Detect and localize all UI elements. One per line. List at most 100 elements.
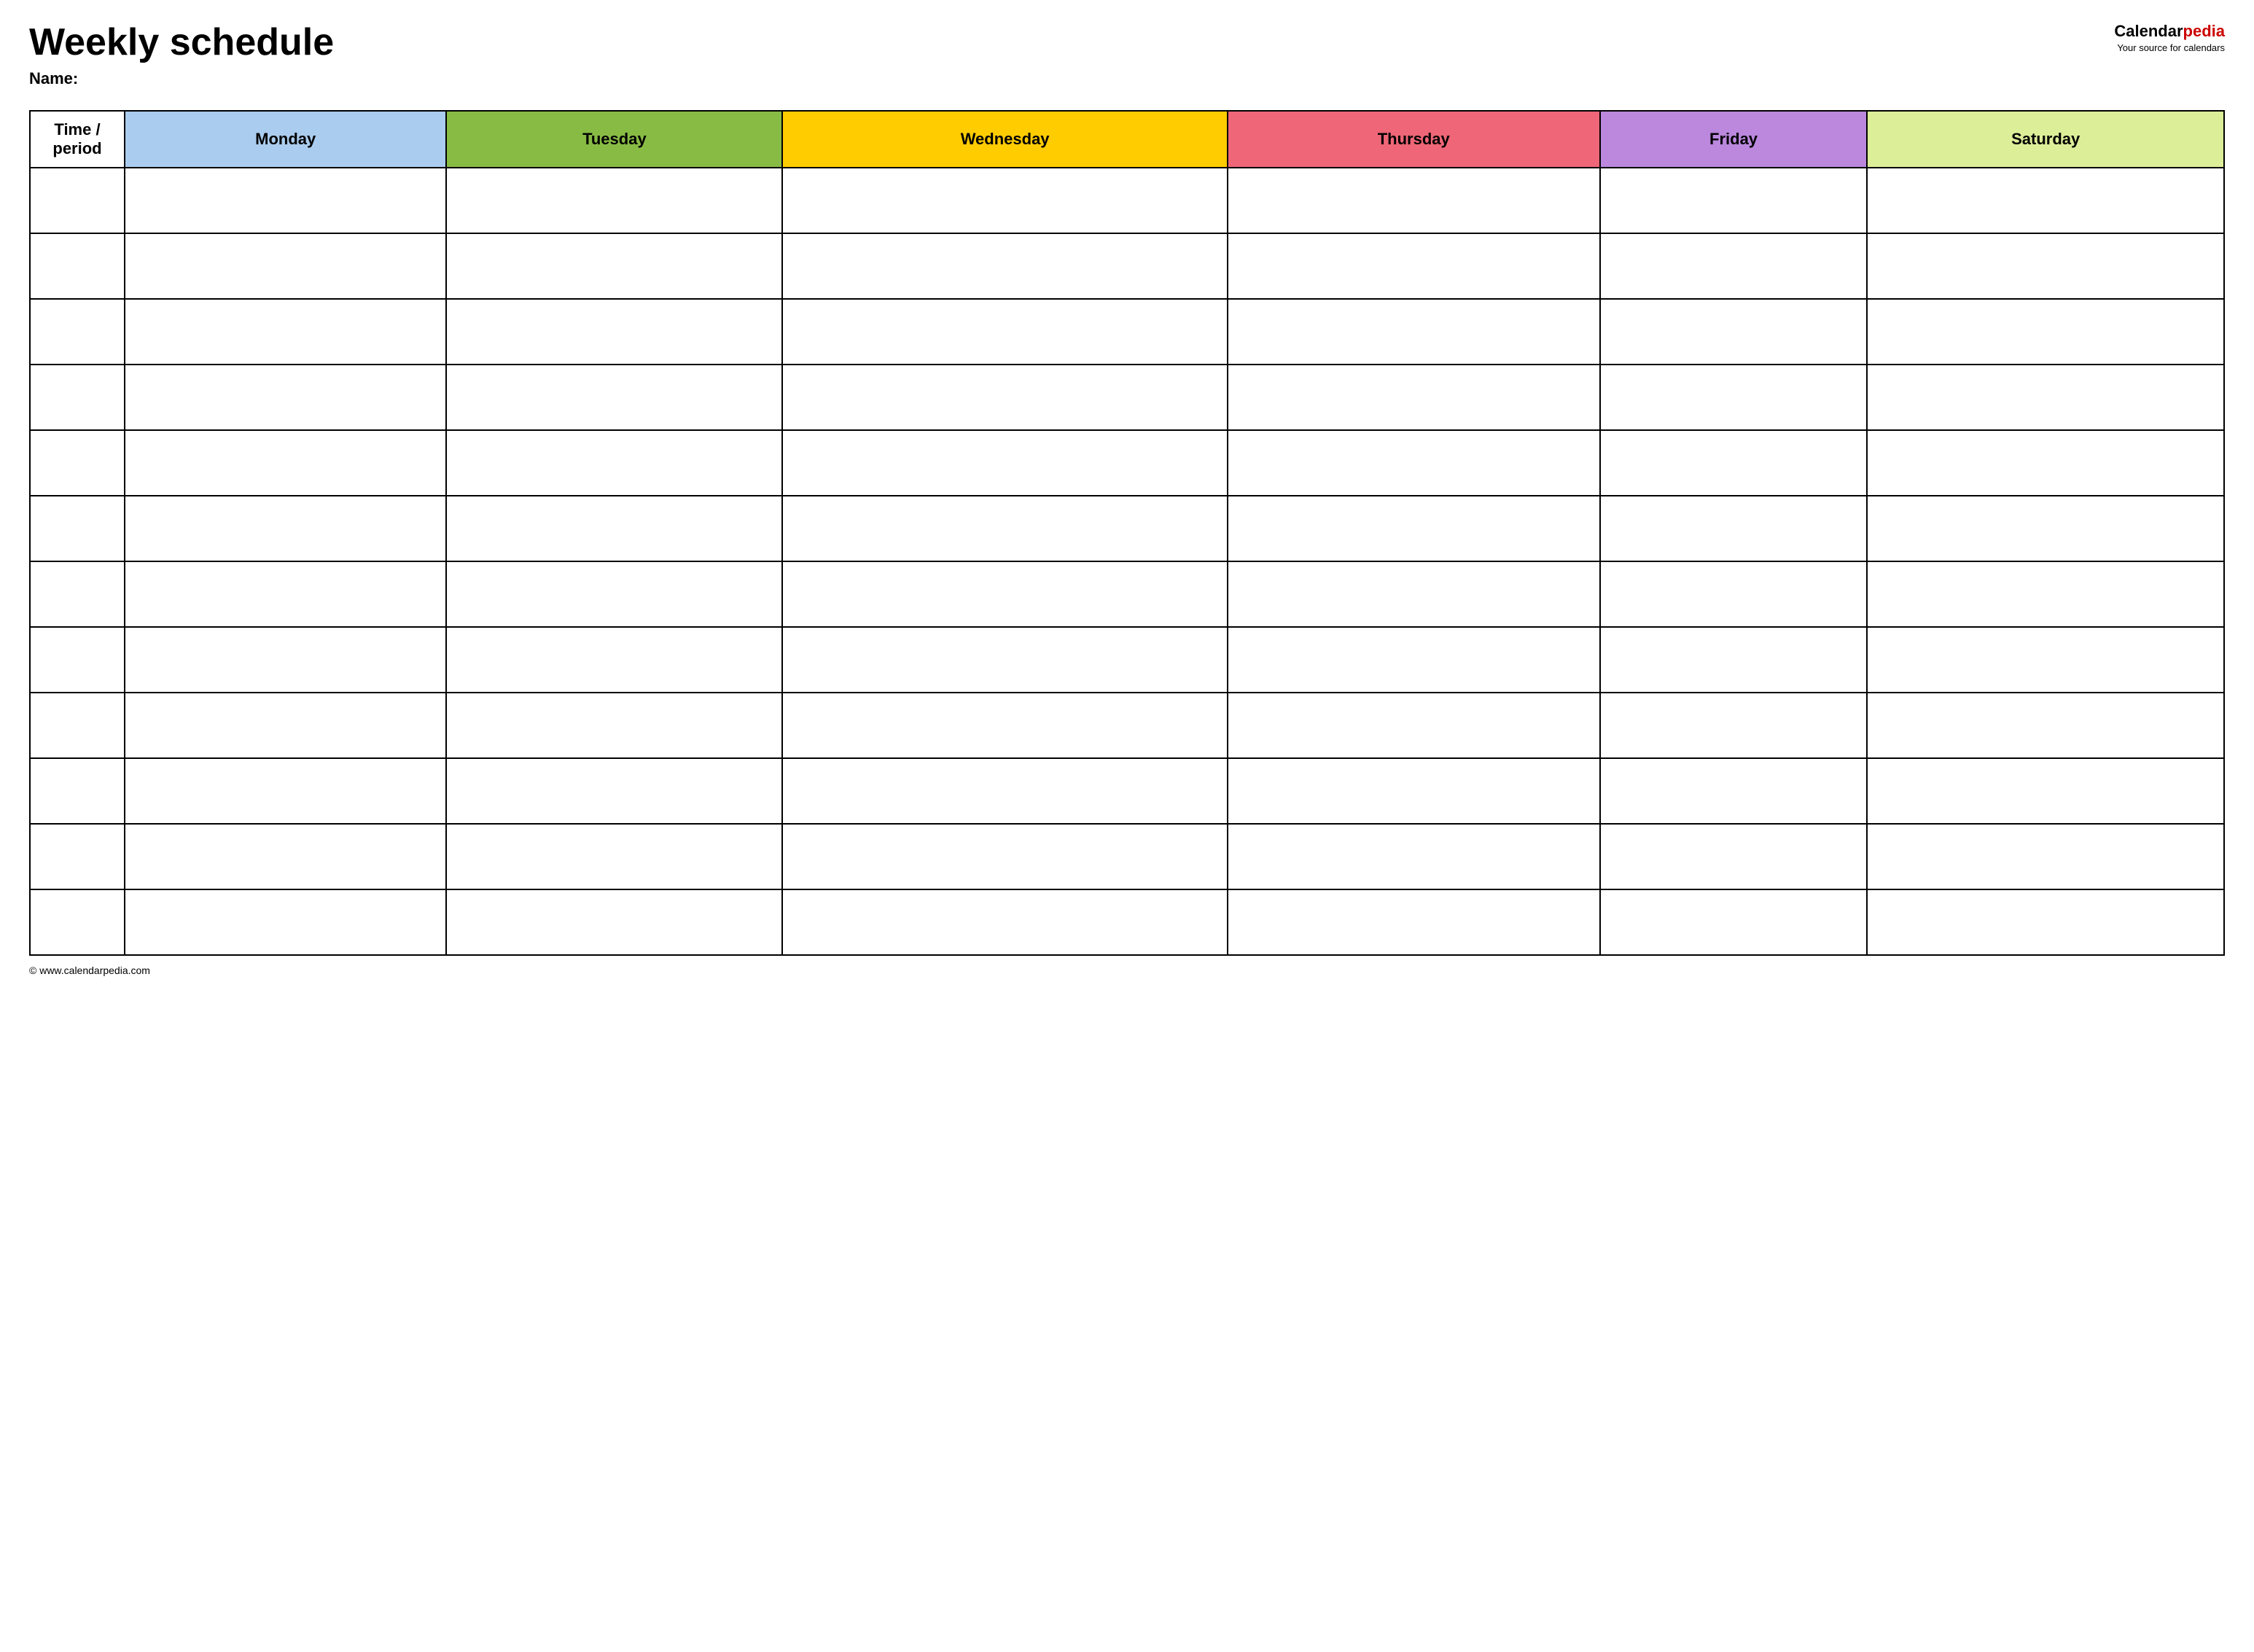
thursday-cell[interactable]: [1228, 430, 1600, 496]
thursday-cell[interactable]: [1228, 561, 1600, 627]
table-row: [30, 561, 2224, 627]
time-cell[interactable]: [30, 233, 125, 299]
time-cell[interactable]: [30, 758, 125, 824]
tuesday-cell[interactable]: [446, 233, 782, 299]
thursday-cell[interactable]: [1228, 824, 1600, 889]
friday-cell[interactable]: [1600, 496, 1868, 561]
time-cell[interactable]: [30, 889, 125, 955]
friday-cell[interactable]: [1600, 430, 1868, 496]
table-row: [30, 627, 2224, 693]
saturday-cell[interactable]: [1867, 168, 2224, 233]
tuesday-cell[interactable]: [446, 627, 782, 693]
tuesday-cell[interactable]: [446, 561, 782, 627]
time-cell[interactable]: [30, 627, 125, 693]
wednesday-cell[interactable]: [782, 365, 1227, 430]
saturday-cell[interactable]: [1867, 693, 2224, 758]
friday-cell[interactable]: [1600, 299, 1868, 365]
logo-calendar-text: Calendar: [2114, 22, 2183, 40]
saturday-cell[interactable]: [1867, 627, 2224, 693]
wednesday-cell[interactable]: [782, 561, 1227, 627]
monday-cell[interactable]: [125, 627, 446, 693]
logo-pedia-text: pedia: [2183, 22, 2225, 40]
tuesday-cell[interactable]: [446, 693, 782, 758]
time-cell[interactable]: [30, 299, 125, 365]
saturday-cell[interactable]: [1867, 365, 2224, 430]
col-header-tuesday: Tuesday: [446, 111, 782, 168]
thursday-cell[interactable]: [1228, 299, 1600, 365]
time-cell[interactable]: [30, 561, 125, 627]
thursday-cell[interactable]: [1228, 365, 1600, 430]
name-label: Name:: [29, 69, 2099, 88]
friday-cell[interactable]: [1600, 233, 1868, 299]
thursday-cell[interactable]: [1228, 693, 1600, 758]
monday-cell[interactable]: [125, 889, 446, 955]
monday-cell[interactable]: [125, 430, 446, 496]
saturday-cell[interactable]: [1867, 299, 2224, 365]
saturday-cell[interactable]: [1867, 496, 2224, 561]
time-cell[interactable]: [30, 496, 125, 561]
wednesday-cell[interactable]: [782, 233, 1227, 299]
saturday-cell[interactable]: [1867, 561, 2224, 627]
friday-cell[interactable]: [1600, 758, 1868, 824]
saturday-cell[interactable]: [1867, 758, 2224, 824]
col-header-time: Time / period: [30, 111, 125, 168]
thursday-cell[interactable]: [1228, 496, 1600, 561]
saturday-cell[interactable]: [1867, 824, 2224, 889]
tuesday-cell[interactable]: [446, 496, 782, 561]
time-cell[interactable]: [30, 168, 125, 233]
wednesday-cell[interactable]: [782, 889, 1227, 955]
monday-cell[interactable]: [125, 561, 446, 627]
monday-cell[interactable]: [125, 168, 446, 233]
friday-cell[interactable]: [1600, 365, 1868, 430]
page-title: Weekly schedule: [29, 22, 2099, 63]
thursday-cell[interactable]: [1228, 889, 1600, 955]
wednesday-cell[interactable]: [782, 496, 1227, 561]
logo-section: Calendarpedia Your source for calendars: [2114, 22, 2225, 54]
tuesday-cell[interactable]: [446, 365, 782, 430]
wednesday-cell[interactable]: [782, 168, 1227, 233]
wednesday-cell[interactable]: [782, 693, 1227, 758]
table-row: [30, 693, 2224, 758]
wednesday-cell[interactable]: [782, 430, 1227, 496]
time-cell[interactable]: [30, 365, 125, 430]
monday-cell[interactable]: [125, 824, 446, 889]
tuesday-cell[interactable]: [446, 299, 782, 365]
tuesday-cell[interactable]: [446, 430, 782, 496]
col-header-friday: Friday: [1600, 111, 1868, 168]
friday-cell[interactable]: [1600, 889, 1868, 955]
time-cell[interactable]: [30, 430, 125, 496]
friday-cell[interactable]: [1600, 168, 1868, 233]
thursday-cell[interactable]: [1228, 233, 1600, 299]
col-header-saturday: Saturday: [1867, 111, 2224, 168]
wednesday-cell[interactable]: [782, 758, 1227, 824]
tuesday-cell[interactable]: [446, 824, 782, 889]
saturday-cell[interactable]: [1867, 430, 2224, 496]
wednesday-cell[interactable]: [782, 299, 1227, 365]
monday-cell[interactable]: [125, 693, 446, 758]
title-section: Weekly schedule Name:: [29, 22, 2099, 103]
time-cell[interactable]: [30, 693, 125, 758]
monday-cell[interactable]: [125, 299, 446, 365]
saturday-cell[interactable]: [1867, 889, 2224, 955]
thursday-cell[interactable]: [1228, 168, 1600, 233]
wednesday-cell[interactable]: [782, 824, 1227, 889]
thursday-cell[interactable]: [1228, 627, 1600, 693]
monday-cell[interactable]: [125, 758, 446, 824]
tuesday-cell[interactable]: [446, 758, 782, 824]
tuesday-cell[interactable]: [446, 168, 782, 233]
time-cell[interactable]: [30, 824, 125, 889]
monday-cell[interactable]: [125, 233, 446, 299]
footer-url: © www.calendarpedia.com: [29, 965, 2225, 976]
friday-cell[interactable]: [1600, 627, 1868, 693]
friday-cell[interactable]: [1600, 693, 1868, 758]
friday-cell[interactable]: [1600, 561, 1868, 627]
table-row: [30, 824, 2224, 889]
monday-cell[interactable]: [125, 496, 446, 561]
thursday-cell[interactable]: [1228, 758, 1600, 824]
friday-cell[interactable]: [1600, 824, 1868, 889]
wednesday-cell[interactable]: [782, 627, 1227, 693]
saturday-cell[interactable]: [1867, 233, 2224, 299]
tuesday-cell[interactable]: [446, 889, 782, 955]
monday-cell[interactable]: [125, 365, 446, 430]
table-row: [30, 299, 2224, 365]
